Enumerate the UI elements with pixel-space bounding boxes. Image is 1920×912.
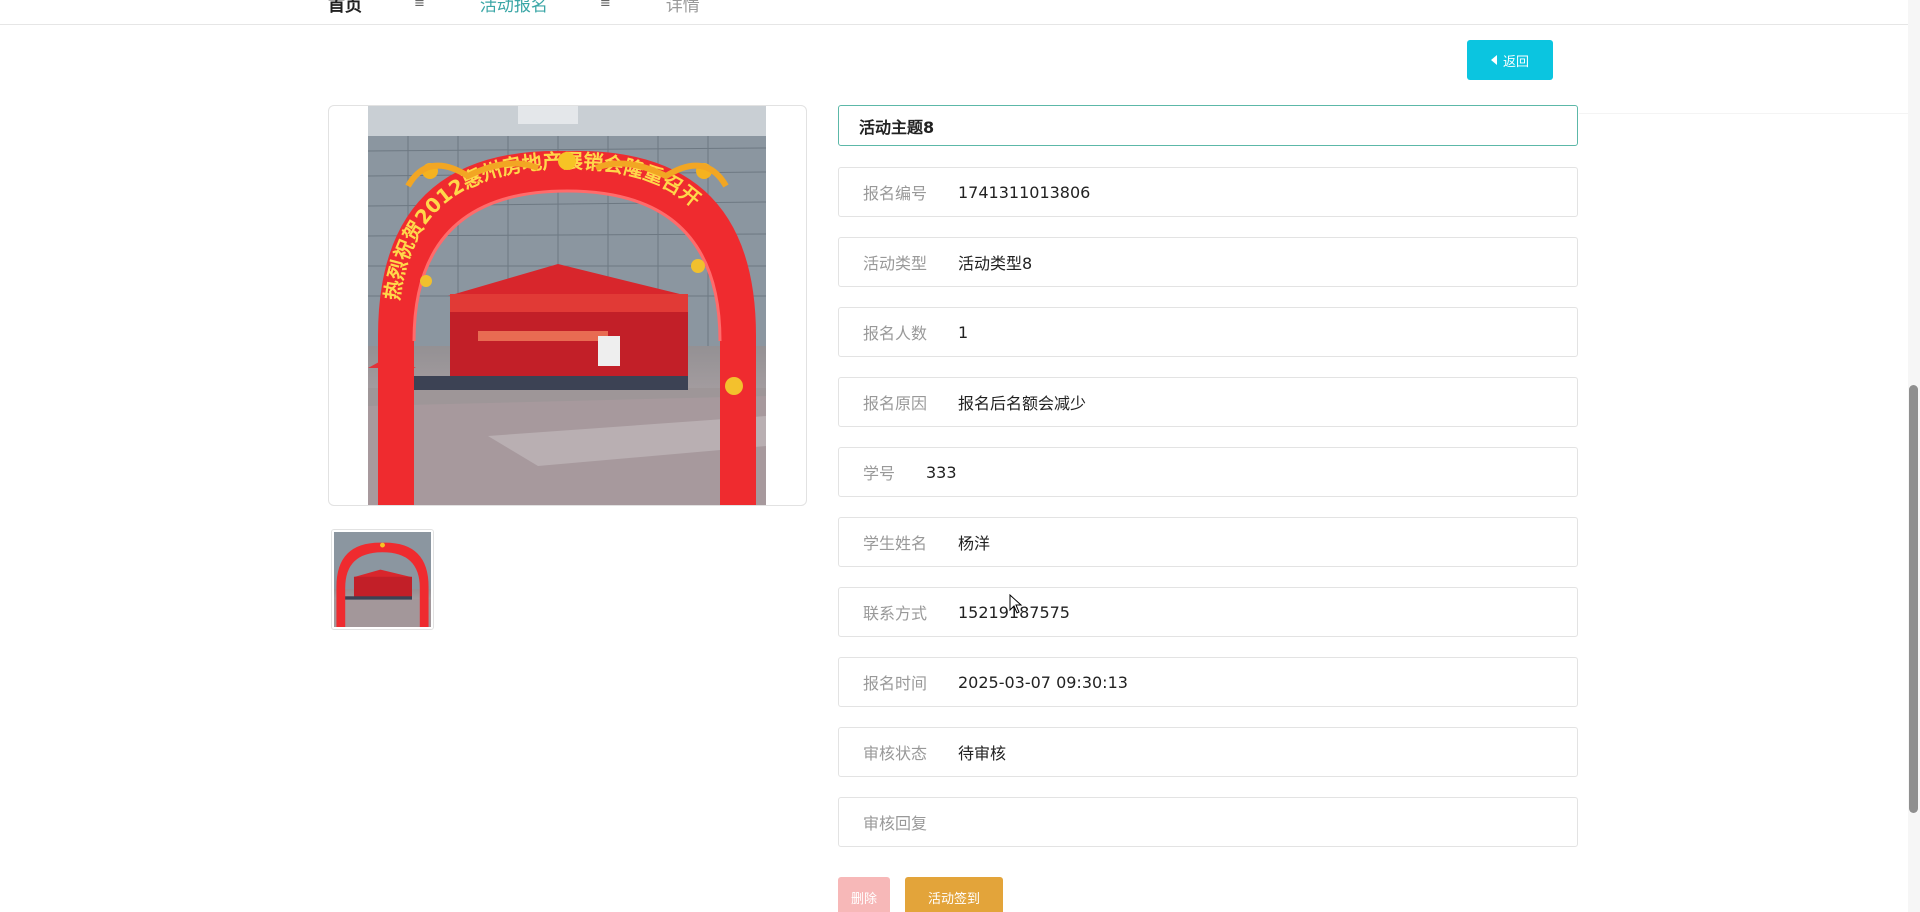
field-label: 活动类型	[863, 254, 928, 273]
detail-page: 首页 ≡ 活动报名 ≡ 详情 返回 热烈祝贺2012惠州房地产 销会隆重召开 活…	[0, 0, 1920, 912]
field-label: 审核状态	[863, 744, 928, 763]
breadcrumb-current: 详情	[665, 0, 700, 16]
breadcrumb-separator-icon: ≡	[414, 0, 425, 11]
field-registration-time: 报名时间 2025-03-07 09:30:13	[838, 657, 1578, 707]
activity-image-viewer: 热烈祝贺2012惠州房地产展销会隆重召开	[328, 105, 807, 506]
field-activity-type: 活动类型 活动类型8	[838, 237, 1578, 287]
field-label: 联系方式	[863, 604, 928, 623]
field-review-reply: 审核回复	[838, 797, 1578, 847]
field-value: 1	[958, 322, 969, 342]
field-label: 报名人数	[863, 324, 928, 343]
field-review-status: 审核状态 待审核	[838, 727, 1578, 777]
activity-photo: 热烈祝贺2012惠州房地产展销会隆重召开	[368, 106, 766, 505]
field-value: 报名后名额会减少	[958, 394, 1087, 413]
divider	[1579, 113, 1908, 114]
field-value: 活动类型8	[958, 254, 1033, 273]
breadcrumb-bar: 首页 ≡ 活动报名 ≡ 详情	[0, 0, 1908, 25]
field-value: 待审核	[958, 744, 1007, 763]
field-contact: 联系方式 15219187575	[838, 587, 1578, 637]
field-registration-number: 报名编号 1741311013806	[838, 167, 1578, 217]
image-thumbnail[interactable]	[331, 529, 434, 630]
field-participants-count: 报名人数 1	[838, 307, 1578, 357]
field-label: 报名原因	[863, 394, 928, 413]
field-label: 审核回复	[863, 814, 928, 833]
mouse-cursor-icon	[1009, 594, 1023, 614]
field-label: 报名时间	[863, 674, 928, 693]
field-registration-reason: 报名原因 报名后名额会减少	[838, 377, 1578, 427]
back-button-label: 返回	[1502, 54, 1529, 70]
breadcrumb-home[interactable]: 首页	[328, 0, 362, 16]
scrollbar-thumb[interactable]	[1909, 385, 1918, 813]
field-label: 学号	[863, 464, 896, 483]
breadcrumb: 首页 ≡ 活动报名 ≡ 详情	[328, 0, 700, 16]
field-value: 333	[926, 462, 957, 482]
field-label: 学生姓名	[863, 534, 928, 553]
activity-signin-button[interactable]: 活动签到	[905, 877, 1003, 912]
activity-title: 活动主题8	[838, 105, 1578, 146]
breadcrumb-separator-icon: ≡	[599, 0, 611, 11]
thumbnail-photo	[334, 532, 431, 627]
field-label: 报名编号	[863, 184, 928, 203]
field-student-name: 学生姓名 杨洋	[838, 517, 1578, 567]
field-value: 杨洋	[958, 534, 991, 553]
field-value: 2025-03-07 09:30:13	[958, 672, 1128, 692]
breadcrumb-section[interactable]: 活动报名	[480, 0, 548, 16]
field-value: 1741311013806	[958, 182, 1091, 202]
delete-button[interactable]: 删除	[838, 877, 890, 912]
back-button[interactable]: 返回	[1467, 40, 1553, 80]
field-student-id: 学号 333	[838, 447, 1578, 497]
caret-left-icon	[1490, 55, 1497, 65]
